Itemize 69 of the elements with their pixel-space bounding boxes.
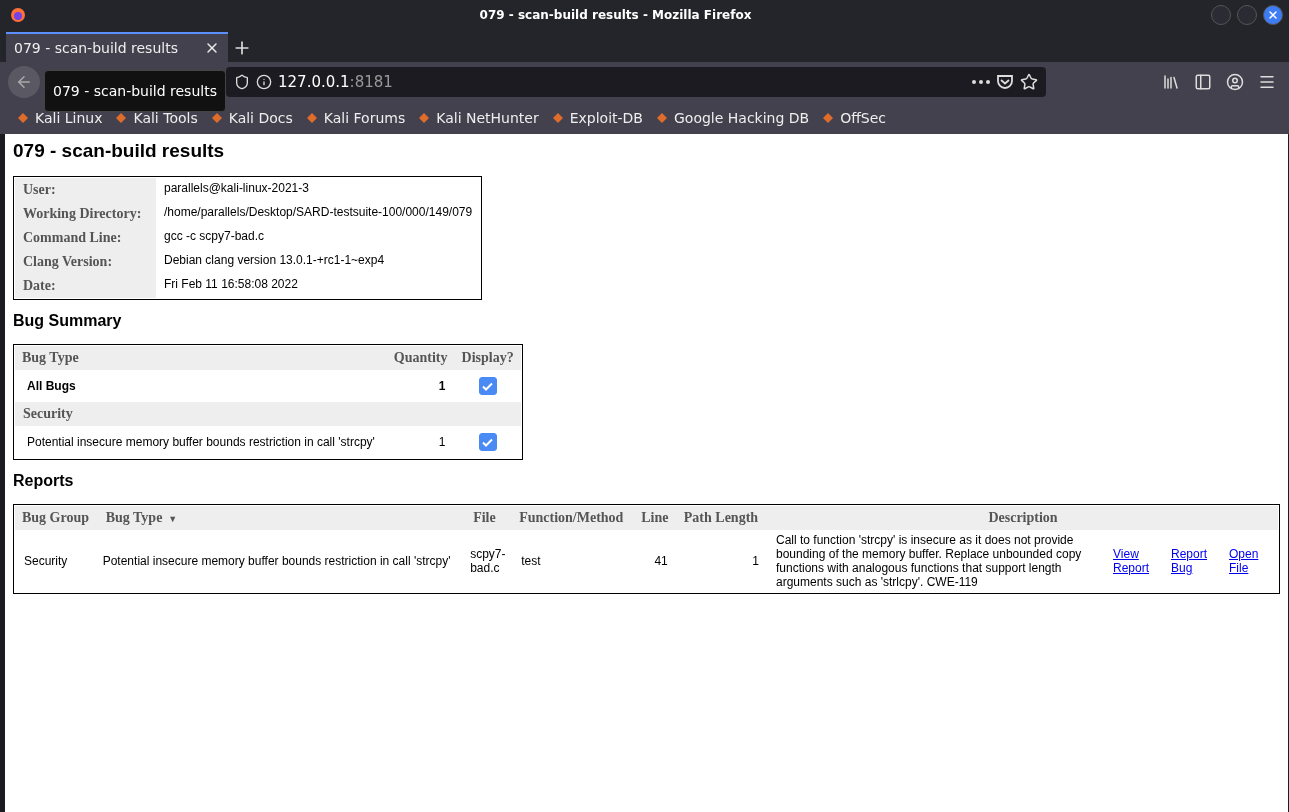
table-cell-text: test <box>520 553 542 570</box>
column-header: Bug Group <box>15 506 99 530</box>
section-heading: Reports <box>13 472 75 490</box>
column-header: Function/Method <box>512 506 635 530</box>
table-cell-text: 1 <box>437 378 447 395</box>
bookmark-link[interactable]: OffSec <box>840 110 887 126</box>
close-icon <box>1267 9 1279 21</box>
check-icon <box>482 437 494 447</box>
table-cell-text: Call to function 'strcpy' is insecure as it does not provide bounding of the memory buffer. Replace unbounded copy functions with analogous functions that support length arguments such as 'strlcpy'. CWE-119 <box>775 532 1083 591</box>
bookmark-icon <box>16 111 30 125</box>
bookmark-link[interactable]: Google Hacking DB <box>674 110 810 126</box>
column-header: Display? <box>454 346 521 370</box>
column-header[interactable]: Bug Type ▼ <box>98 506 467 530</box>
close-button[interactable] <box>1263 5 1283 25</box>
more-icon[interactable] <box>972 80 990 84</box>
bookmark-link[interactable]: Kali Linux <box>35 110 103 126</box>
column-header: Bug Type <box>15 346 387 370</box>
bookmark-link[interactable]: Kali NetHunter <box>436 110 539 126</box>
field-label: Date: <box>15 274 156 298</box>
back-button[interactable] <box>8 66 40 98</box>
report-link[interactable]: Open File <box>1229 547 1269 575</box>
report-link[interactable]: View Report <box>1113 547 1153 575</box>
field-label: Command Line: <box>15 226 156 250</box>
bookmark-icon <box>821 111 836 125</box>
bookmark-icon <box>655 111 669 125</box>
field-value: parallels@kali-linux-2021-3 <box>163 180 310 197</box>
column-header: Description <box>768 506 1278 530</box>
field-label: User: <box>15 178 156 202</box>
check-icon <box>482 381 494 391</box>
tooltip: 079 - scan-build results <box>44 70 226 112</box>
field-value: Fri Feb 11 16:58:08 2022 <box>163 276 299 293</box>
field-label: Clang Version: <box>15 250 156 274</box>
bookmark-link[interactable]: Kali Forums <box>323 110 406 126</box>
group-label: Security <box>15 402 521 426</box>
report-link[interactable]: Report Bug <box>1171 547 1211 575</box>
column-header: Quantity <box>386 346 455 370</box>
display-checkbox[interactable] <box>478 377 497 395</box>
bookmark-link[interactable]: Kali Tools <box>133 110 198 126</box>
table-cell-text: scpy7-bad.c <box>469 546 507 577</box>
pocket-icon[interactable] <box>996 74 1014 90</box>
window-title: 079 - scan-build results - Mozilla Firefox <box>478 8 753 22</box>
page-heading: 079 - scan-build results <box>13 140 226 162</box>
table-cell-text: 1 <box>751 553 760 570</box>
field-value: gcc -c scpy7-bad.c <box>163 228 266 245</box>
table-cell-text: Security <box>23 553 69 570</box>
url-host: 127.0.0.1 <box>278 73 350 91</box>
bookmark-icon <box>417 111 432 125</box>
browser-tab[interactable]: 079 - scan-build results <box>6 32 228 62</box>
url-port: :8181 <box>349 73 393 91</box>
field-label: Working Directory: <box>15 202 156 226</box>
section-heading: Bug Summary <box>13 312 123 330</box>
info-icon <box>256 74 272 90</box>
column-header: Line <box>634 506 677 530</box>
field-value: Debian clang version 13.0.1-+rc1-1~exp4 <box>163 252 386 269</box>
logo-icon <box>10 7 26 23</box>
display-checkbox[interactable] <box>478 433 497 451</box>
star-icon[interactable] <box>1020 73 1038 91</box>
shield-icon <box>234 74 250 90</box>
bookmark-link[interactable]: Kali Docs <box>228 110 293 126</box>
table-cell-text: 41 <box>653 553 669 570</box>
bookmark-link[interactable]: Exploit-DB <box>569 110 643 126</box>
address-field[interactable]: 127.0.0.1:8181 <box>226 67 1046 97</box>
table-cell-text: Potential insecure memory buffer bounds restriction in call 'strcpy' <box>101 553 452 570</box>
field-value: /home/parallels/Desktop/SARD-testsuite-100/000/149/079 <box>163 204 474 221</box>
table-cell-text: Potential insecure memory buffer bounds restriction in call 'strcpy' <box>26 434 376 451</box>
column-header: File <box>466 506 513 530</box>
table-cell-text: All Bugs <box>26 378 77 395</box>
column-header: Path Length <box>676 506 768 530</box>
table-cell-text: 1 <box>437 434 447 451</box>
